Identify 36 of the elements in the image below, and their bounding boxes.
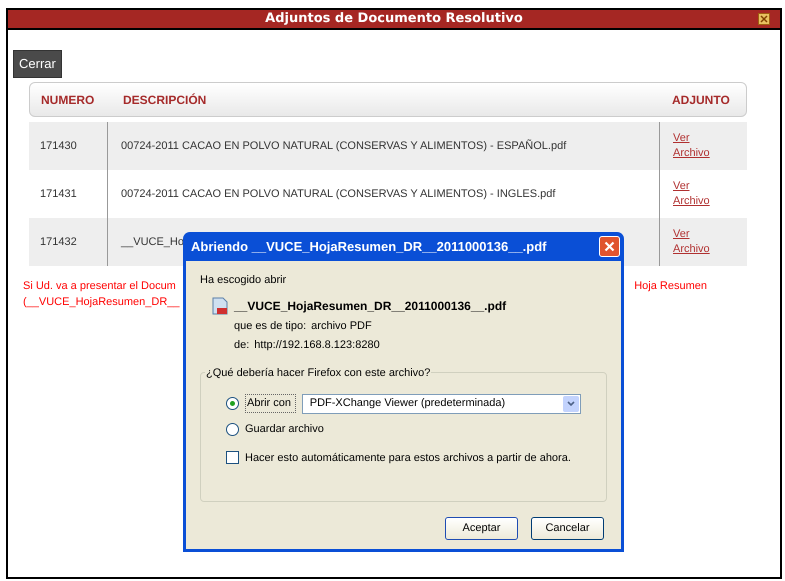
table-cell-text: 00724-2011 CACAO EN POLVO NATURAL (CONSERVAS Y ALIMENTOS) - INGLES.pdf bbox=[121, 186, 556, 202]
view-file-link[interactable]: Ver Archivo bbox=[673, 179, 747, 209]
note-text: Hoja Resumen bbox=[634, 279, 707, 294]
table-cell-text: __VUCE_Ho bbox=[121, 234, 184, 250]
application-dropdown[interactable]: PDF-XChange Viewer (predeterminada) bbox=[302, 394, 581, 414]
table-cell-text: 171432 bbox=[40, 234, 77, 250]
dialog-button[interactable]: Aceptar bbox=[445, 516, 518, 540]
close-button[interactable]: Cerrar bbox=[13, 50, 62, 78]
view-file-link[interactable]: Ver Archivo bbox=[673, 131, 747, 161]
dialog-title: Abriendo __VUCE_HojaResumen_DR__2011000136__.pdf bbox=[191, 238, 546, 256]
column-header: NUMERO bbox=[40, 92, 96, 108]
column-header: DESCRIPCIÓN bbox=[122, 92, 208, 108]
radio-button[interactable] bbox=[226, 397, 239, 410]
from-label: de: bbox=[234, 338, 250, 353]
close-icon[interactable] bbox=[758, 13, 770, 25]
from-value: http://192.168.8.123:8280 bbox=[254, 338, 380, 353]
table-cell-text: 00724-2011 CACAO EN POLVO NATURAL (CONSERVAS Y ALIMENTOS) - ESPAÑOL.pdf bbox=[121, 138, 566, 154]
pdf-file-icon bbox=[212, 296, 228, 314]
note-text: (__VUCE_HojaResumen_DR__ bbox=[23, 296, 180, 308]
type-value: archivo PDF bbox=[311, 318, 372, 334]
radio-label[interactable]: Guardar archivo bbox=[245, 421, 324, 438]
table-cell-text: 171431 bbox=[40, 186, 77, 202]
radio-label[interactable]: Abrir con bbox=[245, 394, 296, 413]
radio-button[interactable] bbox=[226, 423, 239, 436]
note-text: Si Ud. va a presentar el Docum bbox=[23, 279, 176, 294]
view-file-link[interactable]: Ver Archivo bbox=[673, 227, 747, 257]
checkbox[interactable] bbox=[226, 451, 239, 464]
checkbox-label[interactable]: Hacer esto automáticamente para estos archivos a partir de ahora. bbox=[245, 450, 571, 466]
window-title: Adjuntos de Documento Resolutivo bbox=[265, 10, 523, 28]
group-title: ¿Qué debería hacer Firefox con este archivo? bbox=[205, 364, 432, 381]
table-cell-text: 171430 bbox=[40, 138, 77, 154]
column-header: ADJUNTO bbox=[671, 92, 731, 108]
dialog-button[interactable]: Cancelar bbox=[531, 516, 604, 540]
file-name: __VUCE_HojaResumen_DR__2011000136__.pdf bbox=[234, 298, 506, 314]
type-label: que es de tipo: bbox=[234, 318, 306, 334]
intro-text: Ha escogido abrir bbox=[200, 273, 288, 288]
